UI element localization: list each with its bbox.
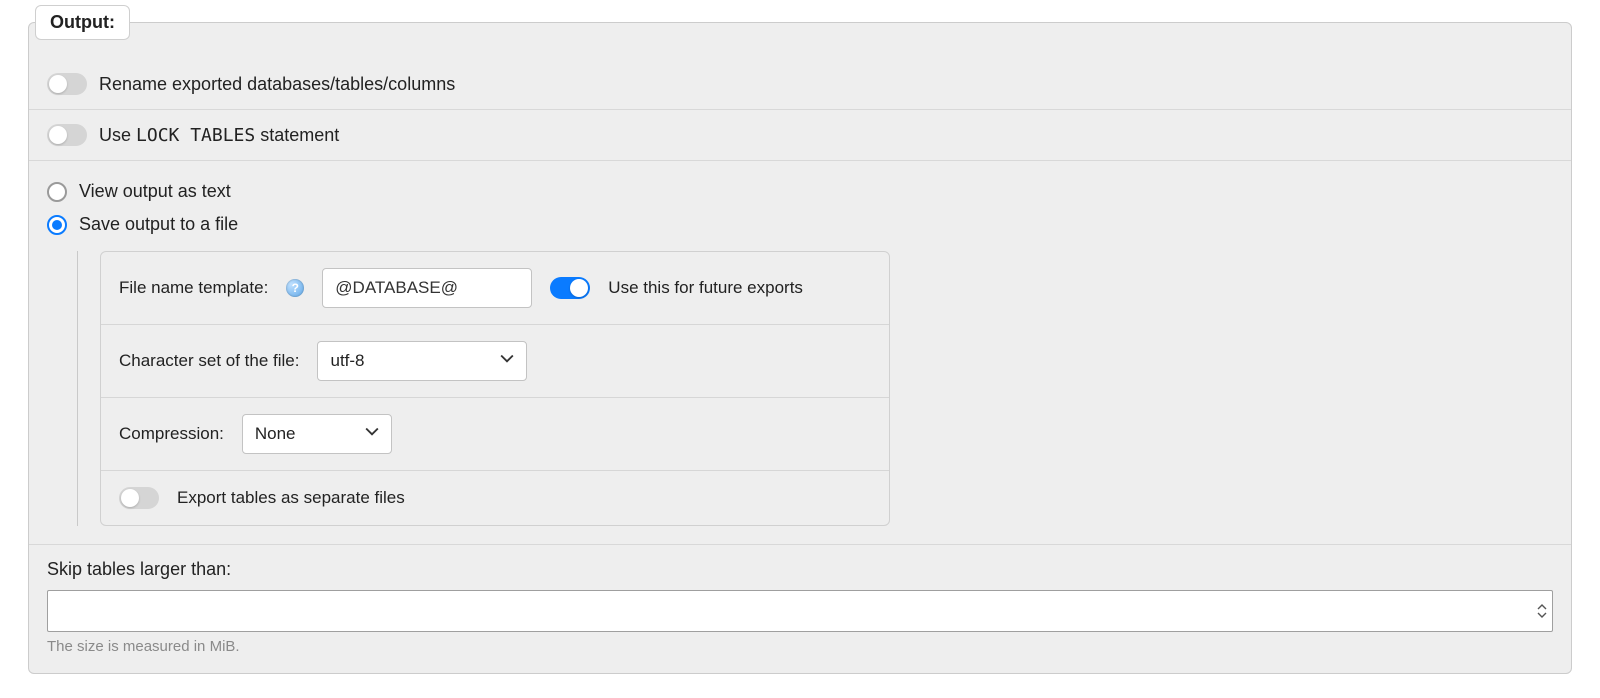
help-icon[interactable]: ?: [286, 279, 304, 297]
lock-tables-toggle[interactable]: [47, 124, 87, 146]
future-exports-label: Use this for future exports: [608, 278, 803, 298]
separate-files-label: Export tables as separate files: [177, 488, 405, 508]
chevron-up-icon: [1537, 604, 1547, 611]
file-template-input[interactable]: [322, 268, 532, 308]
file-template-label: File name template:: [119, 278, 268, 298]
rename-label: Rename exported databases/tables/columns: [99, 74, 455, 95]
output-legend: Output:: [35, 5, 130, 40]
compression-label: Compression:: [119, 424, 224, 444]
lock-tables-label: Use LOCK TABLES statement: [99, 125, 339, 146]
skip-tables-stepper[interactable]: [1537, 604, 1547, 619]
save-to-file-radio[interactable]: [47, 215, 67, 235]
skip-tables-input[interactable]: [47, 590, 1553, 632]
separate-files-toggle[interactable]: [119, 487, 159, 509]
lock-tables-row: Use LOCK TABLES statement: [29, 110, 1571, 161]
skip-tables-helper: The size is measured in MiB.: [47, 632, 1553, 667]
charset-select[interactable]: utf-8: [317, 341, 527, 381]
skip-tables-label: Skip tables larger than:: [47, 557, 1553, 590]
save-to-file-panel: File name template: ? Use this for futur…: [100, 251, 890, 526]
output-fieldset: Output: Rename exported databases/tables…: [28, 22, 1572, 674]
rename-row: Rename exported databases/tables/columns: [29, 23, 1571, 110]
view-as-text-label: View output as text: [79, 181, 231, 202]
future-exports-toggle[interactable]: [550, 277, 590, 299]
output-mode-group: View output as text Save output to a fil…: [29, 161, 1571, 241]
charset-value: utf-8: [330, 351, 364, 371]
compression-select[interactable]: None: [242, 414, 392, 454]
compression-row: Compression: None: [101, 398, 889, 471]
skip-tables-section: Skip tables larger than: The size is mea…: [29, 544, 1571, 673]
compression-value: None: [255, 424, 296, 444]
charset-row: Character set of the file: utf-8: [101, 325, 889, 398]
chevron-down-icon: [500, 351, 514, 371]
lock-tables-code: LOCK TABLES: [136, 125, 255, 146]
separate-files-row: Export tables as separate files: [101, 471, 889, 525]
chevron-down-icon: [1537, 612, 1547, 619]
chevron-down-icon: [365, 424, 379, 444]
save-to-file-label: Save output to a file: [79, 214, 238, 235]
save-to-file-panel-indent: File name template: ? Use this for futur…: [77, 251, 1553, 526]
file-template-row: File name template: ? Use this for futur…: [101, 252, 889, 325]
charset-label: Character set of the file:: [119, 351, 299, 371]
view-as-text-radio[interactable]: [47, 182, 67, 202]
rename-toggle[interactable]: [47, 73, 87, 95]
